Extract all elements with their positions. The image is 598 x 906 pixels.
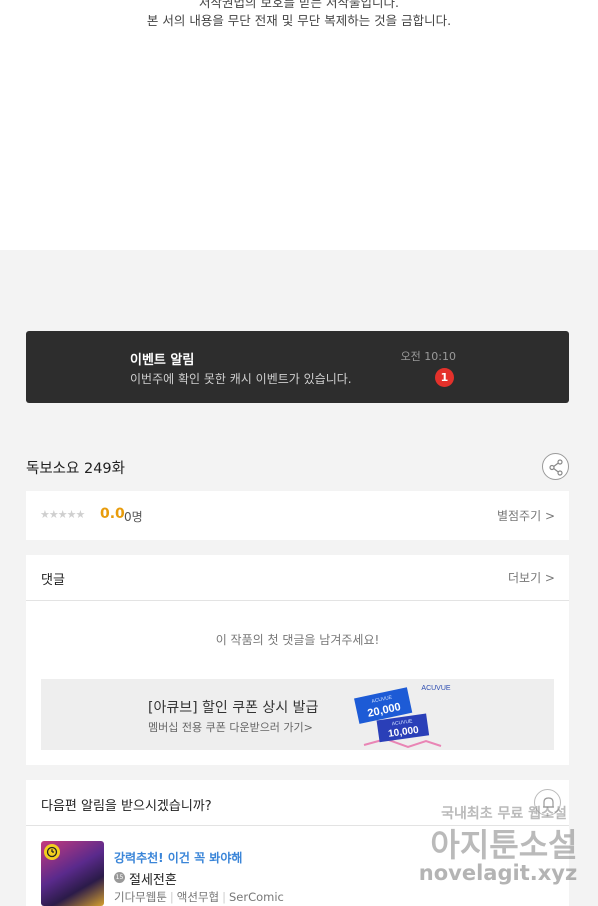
- share-button[interactable]: [542, 453, 569, 480]
- comment-more-link[interactable]: 더보기 >: [508, 569, 555, 586]
- meta-publisher: SerComic: [228, 890, 284, 904]
- watermark: 국내최초 무료 웹소설 아지툰소설 novelagit.xyz: [419, 806, 578, 885]
- ad-banner[interactable]: [아큐브] 할인 쿠폰 상시 발급 멤버십 전용 쿠폰 다운받으러 가기> AC…: [41, 679, 554, 750]
- comment-card: 댓글 더보기 > 이 작품의 첫 댓글을 남겨주세요! [아큐브] 할인 쿠폰 …: [26, 555, 569, 765]
- share-icon: [549, 459, 563, 476]
- ad-subtitle: 멤버십 전용 쿠폰 다운받으러 가기>: [148, 721, 313, 734]
- age-rating-badge: 15: [114, 872, 125, 883]
- ad-brand-logo: ACUVUE: [421, 685, 451, 692]
- event-notice-time: 오전 10:10: [400, 350, 456, 363]
- watermark-line-1: 국내최초 무료 웹소설: [441, 806, 567, 822]
- copyright-line-2: 본 서의 내용을 무단 전재 및 무단 복제하는 것을 금합니다.: [146, 13, 452, 28]
- episode-title: 독보소요 249화: [26, 461, 125, 477]
- coupon-image: ACUVUE 20,000 ACUVUE 10,000 ACUVUE: [354, 685, 451, 749]
- recommendation-tag[interactable]: 강력추천! 이건 꼭 봐야해: [114, 849, 242, 866]
- comment-empty-message: 이 작품의 첫 댓글을 남겨주세요!: [215, 633, 380, 647]
- rating-card: ★★★★★ 0.0 0명 별점주기 >: [26, 491, 569, 540]
- ad-title: [아큐브] 할인 쿠폰 상시 발급: [148, 700, 319, 716]
- recommended-series-name[interactable]: 절세전혼: [129, 869, 177, 888]
- event-notice-banner[interactable]: 이벤트 알림 이번주에 확인 못한 캐시 이벤트가 있습니다. 오전 10:10…: [26, 331, 569, 403]
- watermark-line-2: 아지툰소설: [430, 826, 577, 864]
- comment-title: 댓글: [41, 573, 65, 588]
- meta-category: 기다무웹툰: [114, 890, 167, 904]
- event-notice-message: 이번주에 확인 못한 캐시 이벤트가 있습니다.: [130, 372, 352, 386]
- clock-icon: [44, 844, 60, 860]
- next-episode-alert-title: 다음편 알림을 받으시겠습니까?: [41, 799, 212, 814]
- rating-score: 0.0: [100, 506, 125, 522]
- content-end-area: 저작권법의 보호를 받는 저작물입니다. 본 서의 내용을 무단 전재 및 무단…: [0, 0, 598, 250]
- recommended-series-meta: 기다무웹툰 | 액션무협 | SerComic: [114, 890, 284, 904]
- rater-count: 0명: [124, 510, 143, 524]
- event-notice-title: 이벤트 알림: [130, 353, 195, 368]
- rate-button[interactable]: 별점주기 >: [497, 507, 555, 524]
- meta-genre: 액션무협: [176, 890, 220, 904]
- event-count-badge: 1: [435, 368, 454, 387]
- star-rating-icon: ★★★★★: [40, 508, 85, 521]
- watermark-line-3: novelagit.xyz: [419, 861, 577, 885]
- comment-header: 댓글 더보기 >: [26, 555, 569, 601]
- recommended-series-thumbnail[interactable]: [41, 841, 104, 906]
